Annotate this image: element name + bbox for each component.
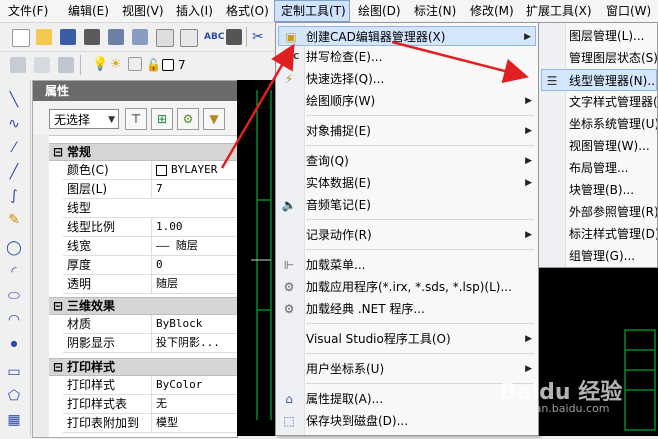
arrow-to-cad-manager [220, 43, 295, 169]
annotation-arrows [220, 40, 529, 169]
watermark-url: jingyan.baidu.com [508, 402, 610, 415]
arrow-to-linetype-manager [391, 40, 529, 84]
